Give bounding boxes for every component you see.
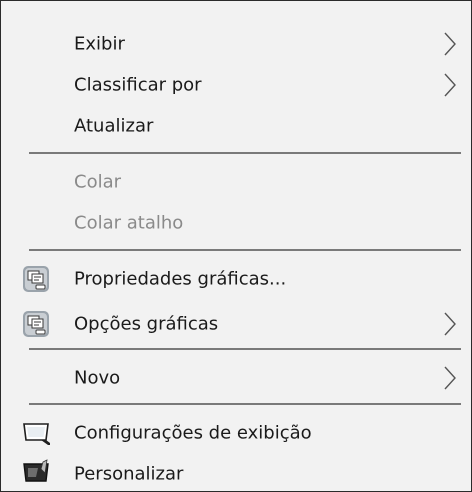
menu-item-configuracoes-de-exibicao[interactable]: Configurações de exibição [1,412,471,454]
menu-item-label: Personalizar [74,463,184,485]
menu-item-label: Novo [74,367,121,389]
menu-item-label: Colar atalho [74,212,184,234]
chevron-right-icon [444,312,456,336]
chevron-right-icon [444,366,456,390]
menu-item-label: Opções gráficas [74,313,219,335]
menu-item-opcoes-graficas[interactable]: Opções gráficas [1,303,471,345]
menu-separator [29,152,461,154]
chevron-right-icon [444,32,456,56]
menu-item-label: Atualizar [74,115,154,137]
menu-item-colar: Colar [1,161,471,203]
menu-item-colar-atalho: Colar atalho [1,202,471,244]
menu-item-atualizar[interactable]: Atualizar [1,105,471,147]
display-settings-icon [23,423,50,445]
menu-item-label: Classificar por [74,74,202,96]
menu-separator [29,348,461,350]
menu-item-novo[interactable]: Novo [1,357,471,399]
chevron-right-icon [444,73,456,97]
menu-item-label: Propriedades gráficas... [74,268,287,290]
personalize-icon [23,459,49,482]
graphics-properties-icon [23,266,49,292]
menu-item-propriedades-graficas[interactable]: Propriedades gráficas... [1,258,471,300]
menu-separator [29,403,461,405]
menu-item-classificar-por[interactable]: Classificar por [1,64,471,106]
menu-separator [29,249,461,251]
menu-item-label: Colar [74,171,122,193]
menu-item-exibir[interactable]: Exibir [1,23,471,65]
menu-item-personalizar[interactable]: Personalizar [1,453,471,491]
graphics-options-icon [23,311,49,337]
menu-item-label: Exibir [74,33,125,55]
desktop-context-menu: Exibir Classificar por Atualizar Colar C… [0,0,472,492]
menu-item-label: Configurações de exibição [74,422,312,444]
